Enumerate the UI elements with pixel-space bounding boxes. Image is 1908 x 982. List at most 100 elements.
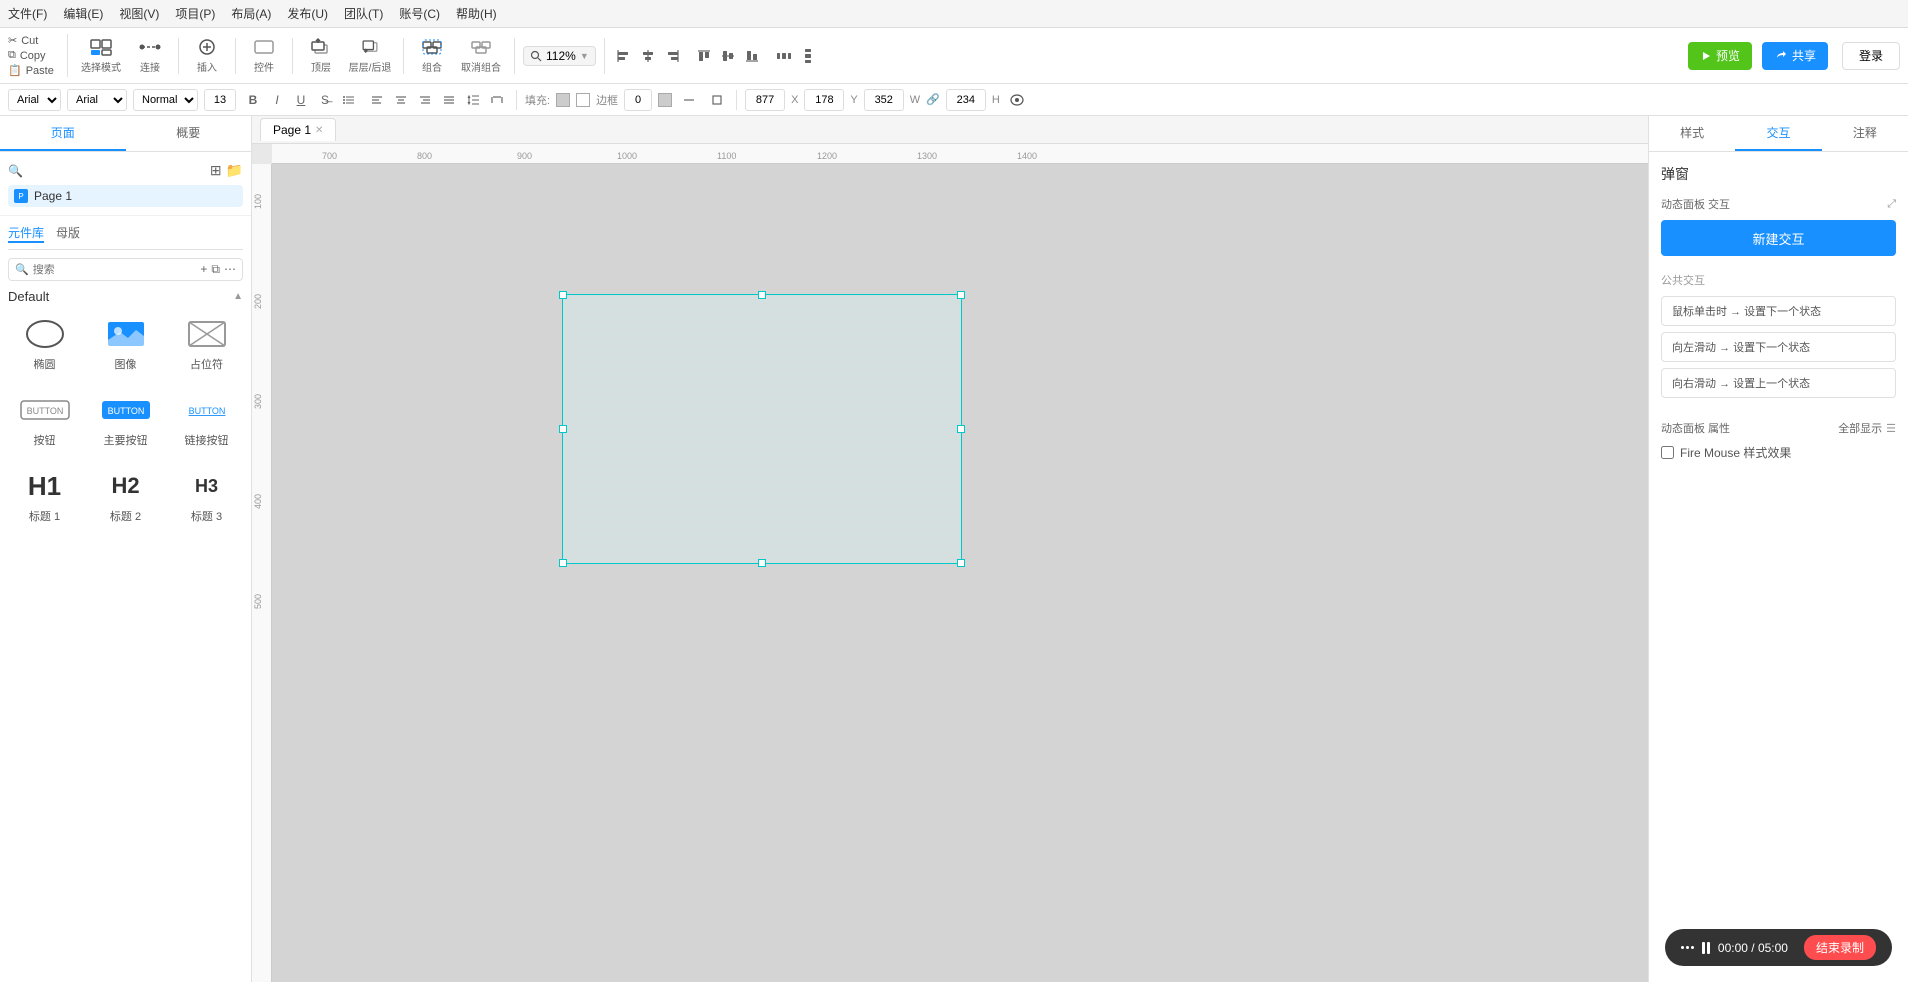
top-layer-button[interactable]: 顶层 bbox=[301, 37, 341, 74]
menu-view[interactable]: 视图(V) bbox=[119, 5, 159, 22]
lock-ratio-button[interactable]: 🔗 bbox=[926, 93, 940, 106]
insert-button[interactable]: 插入 bbox=[187, 37, 227, 74]
handle-mid-left[interactable] bbox=[559, 425, 567, 433]
handle-top-mid[interactable] bbox=[758, 291, 766, 299]
handle-top-left[interactable] bbox=[559, 291, 567, 299]
comp-tab-master[interactable]: 母版 bbox=[56, 224, 80, 243]
menu-layout[interactable]: 布局(A) bbox=[231, 5, 271, 22]
italic-button[interactable]: I bbox=[266, 89, 288, 111]
tab-style[interactable]: 样式 bbox=[1649, 116, 1735, 151]
h-input[interactable] bbox=[946, 89, 986, 111]
comp-h1[interactable]: H1 标题 1 bbox=[8, 462, 81, 530]
login-button[interactable]: 登录 bbox=[1842, 42, 1900, 70]
page-1-tab[interactable]: Page 1 ✕ bbox=[260, 118, 336, 141]
panel-expand-icon[interactable]: ⤢ bbox=[1887, 198, 1896, 211]
align-left-button[interactable] bbox=[613, 45, 635, 67]
text-align-right-button[interactable] bbox=[414, 89, 436, 111]
w-input[interactable] bbox=[864, 89, 904, 111]
interaction-item-0[interactable]: 鼠标单击时 → 设置下一个状态 bbox=[1661, 296, 1896, 326]
interaction-item-2[interactable]: 向右滑动 → 设置上一个状态 bbox=[1661, 368, 1896, 398]
comp-more-button[interactable]: ⋯ bbox=[224, 262, 236, 277]
style-dropdown[interactable]: Arial bbox=[8, 89, 61, 111]
menu-team[interactable]: 团队(T) bbox=[344, 5, 383, 22]
selected-frame[interactable] bbox=[562, 294, 962, 564]
fill-color-swatch[interactable] bbox=[556, 93, 570, 107]
zoom-control[interactable]: 112% ▼ bbox=[523, 46, 596, 66]
tab-outline[interactable]: 概要 bbox=[126, 116, 252, 151]
text-align-left-button[interactable] bbox=[366, 89, 388, 111]
strikethrough-button[interactable]: S̶ bbox=[314, 89, 336, 111]
add-page-button[interactable]: ⊞ bbox=[210, 162, 222, 179]
visibility-toggle[interactable] bbox=[1006, 89, 1028, 111]
handle-bot-left[interactable] bbox=[559, 559, 567, 567]
comp-tab-library[interactable]: 元件库 bbox=[8, 224, 44, 243]
group-button[interactable]: 组合 bbox=[412, 37, 452, 74]
text-align-justify-button[interactable] bbox=[438, 89, 460, 111]
letter-spacing-button[interactable] bbox=[486, 89, 508, 111]
copy-button[interactable]: ⧉ Copy bbox=[8, 49, 46, 62]
list-button[interactable] bbox=[338, 89, 360, 111]
comp-h2[interactable]: H2 标题 2 bbox=[89, 462, 162, 530]
cut-button[interactable]: ✂ Cut bbox=[8, 34, 38, 47]
comp-search-input[interactable] bbox=[33, 264, 197, 276]
canvas-background[interactable] bbox=[272, 164, 1648, 982]
record-end-button[interactable]: 结束录制 bbox=[1804, 935, 1876, 960]
share-button[interactable]: 共享 bbox=[1762, 42, 1828, 70]
comp-copy-button[interactable]: ⧉ bbox=[211, 262, 220, 277]
select-mode-button[interactable]: 选择模式 bbox=[76, 37, 126, 74]
align-right-button[interactable] bbox=[661, 45, 683, 67]
font-size-input[interactable] bbox=[204, 89, 236, 111]
bold-button[interactable]: B bbox=[242, 89, 264, 111]
comp-h3[interactable]: H3 标题 3 bbox=[170, 462, 243, 530]
panel-menu-icon[interactable]: ☰ bbox=[1886, 422, 1896, 435]
interaction-item-1[interactable]: 向左滑动 → 设置下一个状态 bbox=[1661, 332, 1896, 362]
menu-publish[interactable]: 发布(U) bbox=[287, 5, 328, 22]
preview-button[interactable]: 预览 bbox=[1688, 42, 1752, 70]
ungroup-button[interactable]: 取消组合 bbox=[456, 37, 506, 74]
control-button[interactable]: 控件 bbox=[244, 37, 284, 74]
comp-button[interactable]: BUTTON 按钮 bbox=[8, 386, 81, 454]
line-height-button[interactable] bbox=[462, 89, 484, 111]
comp-placeholder[interactable]: 占位符 bbox=[170, 310, 243, 378]
paste-button[interactable]: 📋 Paste bbox=[8, 64, 54, 77]
border-position-button[interactable] bbox=[706, 89, 728, 111]
y-input[interactable] bbox=[804, 89, 844, 111]
record-pause-button[interactable] bbox=[1702, 942, 1710, 954]
page-tab-close-icon[interactable]: ✕ bbox=[315, 125, 323, 136]
new-interaction-button[interactable]: 新建交互 bbox=[1661, 220, 1896, 256]
menu-edit[interactable]: 编辑(E) bbox=[63, 5, 103, 22]
comp-primary-button[interactable]: BUTTON 主要按钮 bbox=[89, 386, 162, 454]
menu-file[interactable]: 文件(F) bbox=[8, 5, 47, 22]
fill-color-swatch2[interactable] bbox=[576, 93, 590, 107]
font-family-dropdown[interactable]: Arial bbox=[67, 89, 127, 111]
handle-bot-right[interactable] bbox=[957, 559, 965, 567]
page-1-item[interactable]: P Page 1 bbox=[8, 185, 243, 207]
border-color-swatch[interactable] bbox=[658, 93, 672, 107]
menu-project[interactable]: 项目(P) bbox=[175, 5, 215, 22]
comp-add-button[interactable]: + bbox=[200, 262, 207, 277]
connect-button[interactable]: 连接 bbox=[130, 37, 170, 74]
underline-button[interactable]: U bbox=[290, 89, 312, 111]
tab-interaction[interactable]: 交互 bbox=[1735, 116, 1821, 151]
border-style-button[interactable] bbox=[678, 89, 700, 111]
comp-ellipse[interactable]: 椭圆 bbox=[8, 310, 81, 378]
handle-mid-right[interactable] bbox=[957, 425, 965, 433]
handle-top-right[interactable] bbox=[957, 291, 965, 299]
tab-notes[interactable]: 注释 bbox=[1822, 116, 1908, 151]
distribute-v-button[interactable] bbox=[797, 45, 819, 67]
align-bottom-button[interactable] bbox=[741, 45, 763, 67]
tab-pages[interactable]: 页面 bbox=[0, 116, 126, 151]
menu-help[interactable]: 帮助(H) bbox=[456, 5, 497, 22]
comp-image[interactable]: 图像 bbox=[89, 310, 162, 378]
x-input[interactable] bbox=[745, 89, 785, 111]
layer-button[interactable]: 层层/后退 bbox=[345, 37, 395, 74]
font-style-dropdown[interactable]: Normal bbox=[133, 89, 198, 111]
fire-mouse-checkbox[interactable] bbox=[1661, 446, 1674, 459]
handle-bot-mid[interactable] bbox=[758, 559, 766, 567]
menu-account[interactable]: 账号(C) bbox=[399, 5, 440, 22]
text-align-center-button[interactable] bbox=[390, 89, 412, 111]
align-top-button[interactable] bbox=[693, 45, 715, 67]
distribute-h-button[interactable] bbox=[773, 45, 795, 67]
comp-link-button[interactable]: BUTTON 链接按钮 bbox=[170, 386, 243, 454]
border-width-input[interactable] bbox=[624, 89, 652, 111]
